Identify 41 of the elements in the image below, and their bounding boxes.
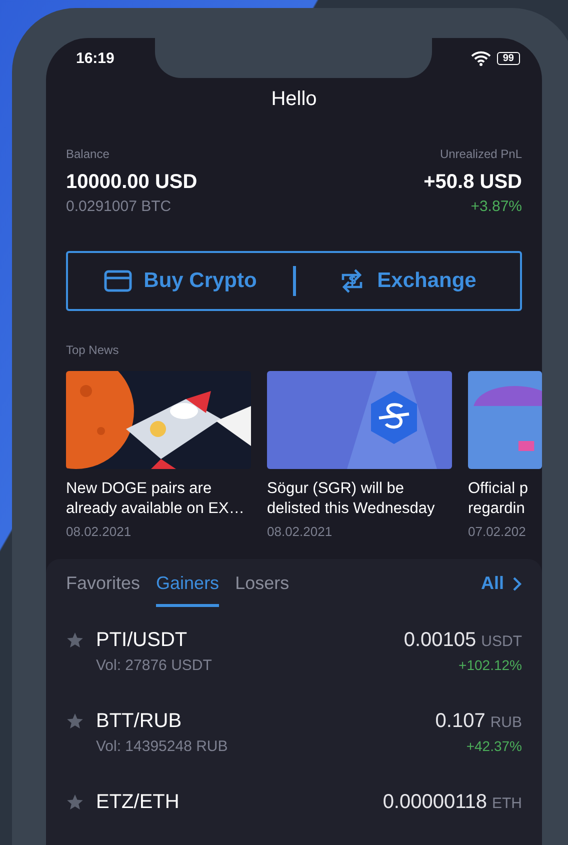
star-icon[interactable] [66, 793, 84, 811]
chevron-right-icon [512, 576, 522, 592]
status-time: 16:19 [76, 50, 114, 66]
pair-price: 0.00000118 [382, 791, 487, 814]
price-change: +102.12% [458, 657, 522, 673]
news-headline[interactable]: Official p regardin [468, 479, 542, 519]
all-link[interactable]: All [480, 571, 522, 596]
pair-volume: Vol: 27876 USDT [96, 657, 212, 674]
news-heading: Top News [66, 343, 120, 357]
price-change: +42.37% [466, 738, 522, 754]
pair-price: 0.00105 [404, 629, 476, 652]
pair-volume: Vol: 14395248 RUB [96, 738, 228, 755]
pair-name: ETZ/ETH [96, 791, 180, 814]
screen-title: Hello [270, 88, 318, 111]
news-headline[interactable]: New DOGE pairs are already available on EX… [66, 479, 251, 519]
balance-amount: 10000.00 USD [66, 171, 198, 194]
balance-btc: 0.0291007 BTC [66, 198, 172, 215]
pnl-percent: +3.87% [470, 198, 522, 215]
price-unit: USDT [481, 633, 522, 650]
card-icon [104, 270, 132, 292]
price-unit: RUB [490, 714, 522, 731]
balance-label: Balance [66, 147, 110, 161]
pair-name: PTI/USDT [96, 629, 188, 652]
buy-crypto-button[interactable]: Buy Crypto [68, 253, 292, 309]
market-tab[interactable]: Favorites [66, 571, 140, 607]
pair-name: BTT/RUB [96, 710, 183, 733]
news-date: 07.02.202 [468, 524, 527, 539]
price-unit: ETH [492, 795, 522, 812]
battery-level: 99 [496, 52, 520, 64]
pair-price: 0.107 [435, 710, 486, 733]
news-headline[interactable]: Sögur (SGR) will be delisted this Wednesday [267, 479, 452, 519]
pnl-amount: +50.8 USD [424, 171, 522, 194]
market-tab[interactable]: Losers [235, 571, 290, 607]
news-date: 08.02.2021 [267, 524, 334, 539]
market-tab[interactable]: Gainers [156, 571, 220, 607]
star-icon[interactable] [66, 631, 84, 649]
pnl-label: Unrealized PnL [440, 147, 522, 161]
wifi-icon [470, 50, 491, 66]
news-date: 08.02.2021 [66, 524, 132, 539]
star-icon[interactable] [66, 712, 84, 730]
exchange-button[interactable]: Exchange [296, 253, 520, 309]
